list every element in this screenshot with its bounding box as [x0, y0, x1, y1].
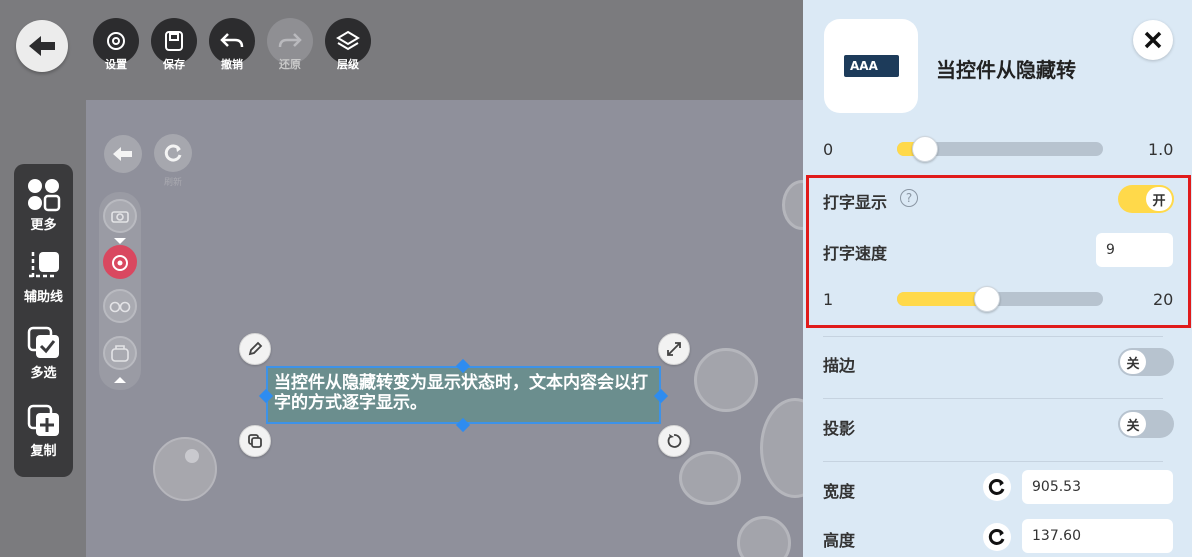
- chevron-up-icon: [114, 377, 126, 383]
- expand-icon: [667, 342, 681, 356]
- mini-refresh-button[interactable]: [154, 134, 192, 172]
- toolbar-redo-button[interactable]: 还原: [266, 18, 314, 71]
- toolbar-save-label: 保存: [163, 58, 185, 71]
- toolbar-layers-label: 层级: [337, 58, 359, 71]
- toolbar-undo-button[interactable]: 撤销: [208, 18, 256, 71]
- toggle-label: 关: [1120, 350, 1146, 374]
- guide-icon: [28, 252, 59, 280]
- height-reset-button[interactable]: [983, 523, 1011, 551]
- joystick-control[interactable]: [153, 437, 217, 501]
- camera-icon[interactable]: [103, 199, 137, 233]
- back-arrow-icon: [29, 36, 55, 56]
- toggle-label: 关: [1120, 412, 1146, 436]
- multi-select-icon: [27, 326, 59, 358]
- mini-back-button[interactable]: [104, 135, 142, 173]
- toolbar-layers-button[interactable]: 层级: [324, 18, 372, 71]
- pencil-icon: [248, 341, 263, 356]
- thumbnail-text: AAA: [844, 55, 899, 77]
- binoculars-icon[interactable]: [103, 289, 137, 323]
- rotate-icon: [667, 434, 682, 448]
- mini-refresh-label: 刷新: [164, 178, 183, 188]
- grid-icon: [27, 179, 60, 212]
- shadow-label: 投影: [823, 419, 856, 438]
- back-button[interactable]: [16, 20, 68, 72]
- opacity-max-label: 1.0: [1148, 140, 1174, 159]
- widget-thumbnail: AAA: [824, 19, 918, 113]
- edit-button[interactable]: [239, 333, 271, 365]
- chevron-down-icon: [114, 238, 126, 244]
- copy-icon: [27, 404, 59, 436]
- sidebar-item-guides[interactable]: 辅助线: [14, 250, 73, 305]
- back-arrow-icon: [113, 147, 132, 161]
- target-icon[interactable]: [103, 245, 137, 279]
- opacity-slider-knob[interactable]: [912, 136, 938, 162]
- rotate-button[interactable]: [658, 425, 690, 457]
- toolbar-undo-label: 撤销: [221, 58, 243, 71]
- refresh-icon: [164, 144, 182, 162]
- divider: [823, 398, 1163, 399]
- redo-icon: [278, 33, 302, 48]
- gear-icon: [107, 32, 125, 50]
- sidebar-item-copy[interactable]: 复制: [14, 404, 73, 459]
- toolbar-settings-label: 设置: [105, 58, 127, 71]
- sidebar-item-multiselect[interactable]: 多选: [14, 326, 73, 381]
- divider: [823, 461, 1163, 462]
- character-avatar-icon: [679, 451, 741, 505]
- layers-icon: [336, 30, 360, 51]
- sidebar-item-label: 多选: [30, 366, 57, 381]
- stroke-label: 描边: [823, 356, 856, 375]
- refresh-icon: [988, 478, 1005, 495]
- stroke-toggle[interactable]: 关: [1118, 348, 1174, 376]
- character-avatar-icon: [694, 348, 758, 412]
- opacity-min-label: 0: [823, 140, 834, 159]
- toolbar-settings-button[interactable]: 设置: [92, 18, 140, 71]
- sidebar-item-label: 辅助线: [23, 290, 63, 305]
- close-icon: [1144, 31, 1162, 49]
- sidebar-item-label: 更多: [30, 218, 57, 233]
- sidebar-item-label: 复制: [30, 444, 57, 459]
- toolbar-save-button[interactable]: 保存: [150, 18, 198, 71]
- divider: [823, 336, 1163, 337]
- height-label: 高度: [823, 531, 856, 550]
- height-input[interactable]: 137.60: [1022, 519, 1173, 553]
- shadow-toggle[interactable]: 关: [1118, 410, 1174, 438]
- toolbar-redo-label: 还原: [279, 58, 301, 71]
- opacity-slider[interactable]: [897, 136, 1103, 162]
- bag-icon[interactable]: [103, 336, 137, 370]
- annotation-highlight-box: [806, 175, 1191, 328]
- duplicate-icon: [248, 434, 262, 448]
- save-icon: [165, 31, 183, 51]
- left-sidebar: 更多 辅助线 多选 复制: [14, 164, 73, 477]
- width-label: 宽度: [823, 482, 856, 501]
- width-reset-button[interactable]: [983, 473, 1011, 501]
- selected-text-widget[interactable]: 当控件从隐藏转变为显示状态时，文本内容会以打字的方式逐字显示。: [266, 366, 661, 424]
- sidebar-item-more[interactable]: 更多: [14, 178, 73, 233]
- close-button[interactable]: [1133, 20, 1173, 60]
- undo-icon: [220, 33, 244, 48]
- refresh-icon: [988, 528, 1005, 545]
- scale-button[interactable]: [658, 333, 690, 365]
- panel-title: 当控件从隐藏转: [936, 58, 1076, 82]
- width-input[interactable]: 905.53: [1022, 470, 1173, 504]
- duplicate-button[interactable]: [239, 425, 271, 457]
